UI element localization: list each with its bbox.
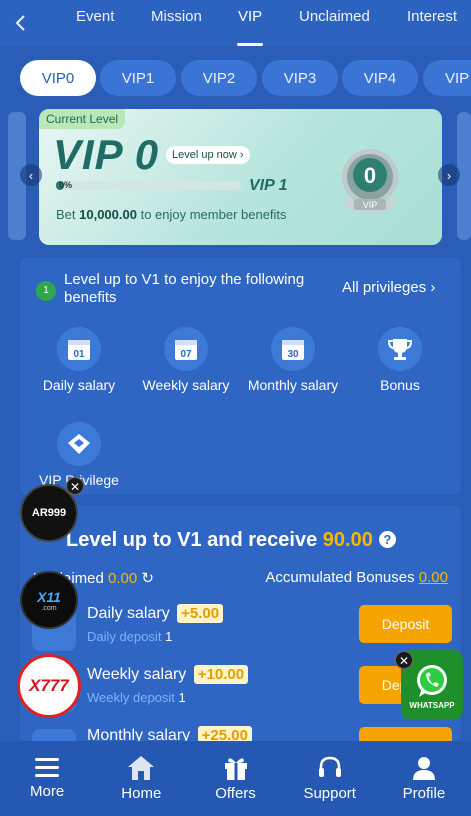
tab-unclaimed[interactable]: Unclaimed — [299, 0, 370, 46]
user-icon — [412, 757, 435, 780]
chevron-right-icon: › — [239, 149, 244, 161]
help-icon[interactable]: ? — [378, 531, 396, 548]
salary-row-daily: Daily salary +5.00 Daily deposit 1 Depos… — [32, 603, 452, 655]
receive-panel: Level up to V1 and receive 90.00? Unclai… — [20, 505, 461, 773]
benefit-weekly-salary[interactable]: 07 Weekly salary — [131, 327, 241, 393]
headset-icon — [318, 756, 341, 777]
svg-text:07: 07 — [180, 349, 192, 360]
nav-label: Offers — [215, 785, 256, 802]
nav-more[interactable]: More — [0, 741, 94, 816]
calendar-icon: 01 — [57, 327, 101, 371]
bet-requirement: Bet 10,000.00 to enjoy member benefits — [56, 207, 287, 222]
salary-bonus: +10.00 — [193, 665, 249, 684]
unclaimed-value: 0.00 — [108, 570, 138, 587]
nav-label: Home — [121, 785, 162, 802]
svg-text:01: 01 — [73, 349, 85, 360]
benefit-label: Daily salary — [42, 377, 116, 393]
vip-tab-4[interactable]: VIP4 — [342, 60, 418, 96]
salary-row-weekly: Weekly salary +10.00 Weekly deposit 1 De… — [32, 664, 452, 716]
calendar-icon: 30 — [271, 327, 315, 371]
salary-bonus: +5.00 — [177, 604, 224, 623]
bet-amount: 10,000.00 — [79, 207, 137, 222]
gift-icon — [224, 758, 247, 780]
carousel-next-icon[interactable]: › — [438, 164, 460, 186]
level-progress-bar: 0% — [56, 180, 241, 190]
badge-number: 0 — [364, 163, 376, 188]
benefit-monthly-salary[interactable]: 30 Monthly salary — [238, 327, 348, 393]
vip-level-tabs: VIP0 VIP1 VIP2 VIP3 VIP4 VIP — [0, 58, 471, 98]
receive-title: Level up to V1 and receive 90.00? — [66, 529, 396, 552]
ar999-logo-text: AR999 — [31, 507, 67, 519]
vip-tab-5[interactable]: VIP — [423, 60, 471, 96]
nav-support[interactable]: Support — [283, 741, 377, 816]
close-icon[interactable]: ✕ — [66, 477, 84, 495]
current-level-card: Current Level VIP 0 Level up now › 0% VI… — [39, 109, 442, 245]
vip-tab-2[interactable]: VIP2 — [181, 60, 257, 96]
receive-amount: 90.00 — [322, 529, 373, 551]
benefit-label: Monthly salary — [247, 377, 339, 393]
benefit-daily-salary[interactable]: 01 Daily salary — [24, 327, 134, 393]
progress-percent: 0% — [59, 180, 73, 190]
nav-label: More — [30, 783, 65, 800]
level-up-button[interactable]: Level up now › — [166, 146, 250, 164]
deposit-button[interactable]: Deposit — [359, 605, 452, 643]
nav-home[interactable]: Home — [94, 741, 188, 816]
vip-badge-icon: 0 VIP — [334, 147, 406, 215]
refresh-icon[interactable]: ↻ — [141, 570, 154, 587]
back-arrow-icon[interactable] — [0, 0, 40, 46]
svg-text:30: 30 — [287, 349, 299, 360]
menu-icon — [35, 758, 60, 777]
accumulated-value[interactable]: 0.00 — [419, 569, 448, 586]
vip-tab-0[interactable]: VIP0 — [20, 60, 96, 96]
bottom-nav: More Home Offers Support Profile — [0, 741, 471, 816]
level-up-label: Level up now — [172, 149, 237, 161]
nav-profile[interactable]: Profile — [377, 741, 471, 816]
nav-label: Profile — [402, 785, 446, 802]
benefit-label: Bonus — [380, 377, 420, 393]
x777-promo-icon[interactable]: X777 — [17, 654, 81, 718]
next-level-label: VIP 1 — [249, 177, 288, 194]
carousel-prev-icon[interactable]: ‹ — [20, 164, 42, 186]
current-level-label: Current Level — [39, 109, 126, 129]
x11-logo-sub: .com — [41, 604, 57, 612]
home-icon — [128, 756, 155, 780]
top-nav: Event Mission VIP Unclaimed Interest — [0, 0, 471, 46]
current-level-value: VIP 0 — [53, 131, 160, 178]
x11-logo-text: X11 — [37, 588, 61, 605]
all-privileges-link[interactable]: All privileges › — [342, 279, 435, 296]
salary-requirement: Weekly deposit 1 — [87, 690, 186, 705]
accumulated-summary: Accumulated Bonuses 0.00 — [265, 569, 448, 586]
x11-promo-icon[interactable]: X11 .com — [20, 571, 78, 629]
salary-name: Weekly salary — [87, 666, 187, 683]
whatsapp-label: WHATSAPP — [409, 700, 455, 710]
salary-requirement: Daily deposit 1 — [87, 629, 173, 644]
benefits-title: Level up to V1 to enjoy the following be… — [64, 271, 305, 306]
benefit-bonus[interactable]: Bonus — [345, 327, 455, 393]
tab-vip[interactable]: VIP — [237, 0, 264, 46]
benefits-panel: 1 Level up to V1 to enjoy the following … — [20, 257, 461, 495]
chevron-right-icon: › — [430, 279, 436, 296]
tab-event[interactable]: Event — [76, 0, 114, 46]
x777-logo-text: X777 — [29, 676, 69, 695]
benefit-label: Weekly salary — [142, 377, 230, 393]
vip-tab-1[interactable]: VIP1 — [100, 60, 176, 96]
calendar-icon: 07 — [164, 327, 208, 371]
v1-level-icon: 1 — [36, 281, 56, 301]
tab-mission[interactable]: Mission — [151, 0, 202, 46]
diamond-icon — [57, 422, 101, 466]
trophy-icon — [378, 327, 422, 371]
nav-offers[interactable]: Offers — [188, 741, 282, 816]
salary-name: Daily salary — [87, 605, 170, 622]
badge-text: VIP — [363, 200, 378, 210]
close-icon[interactable]: ✕ — [395, 651, 413, 669]
tab-interest[interactable]: Interest — [407, 0, 457, 46]
nav-label: Support — [303, 785, 356, 802]
vip-tab-3[interactable]: VIP3 — [262, 60, 338, 96]
